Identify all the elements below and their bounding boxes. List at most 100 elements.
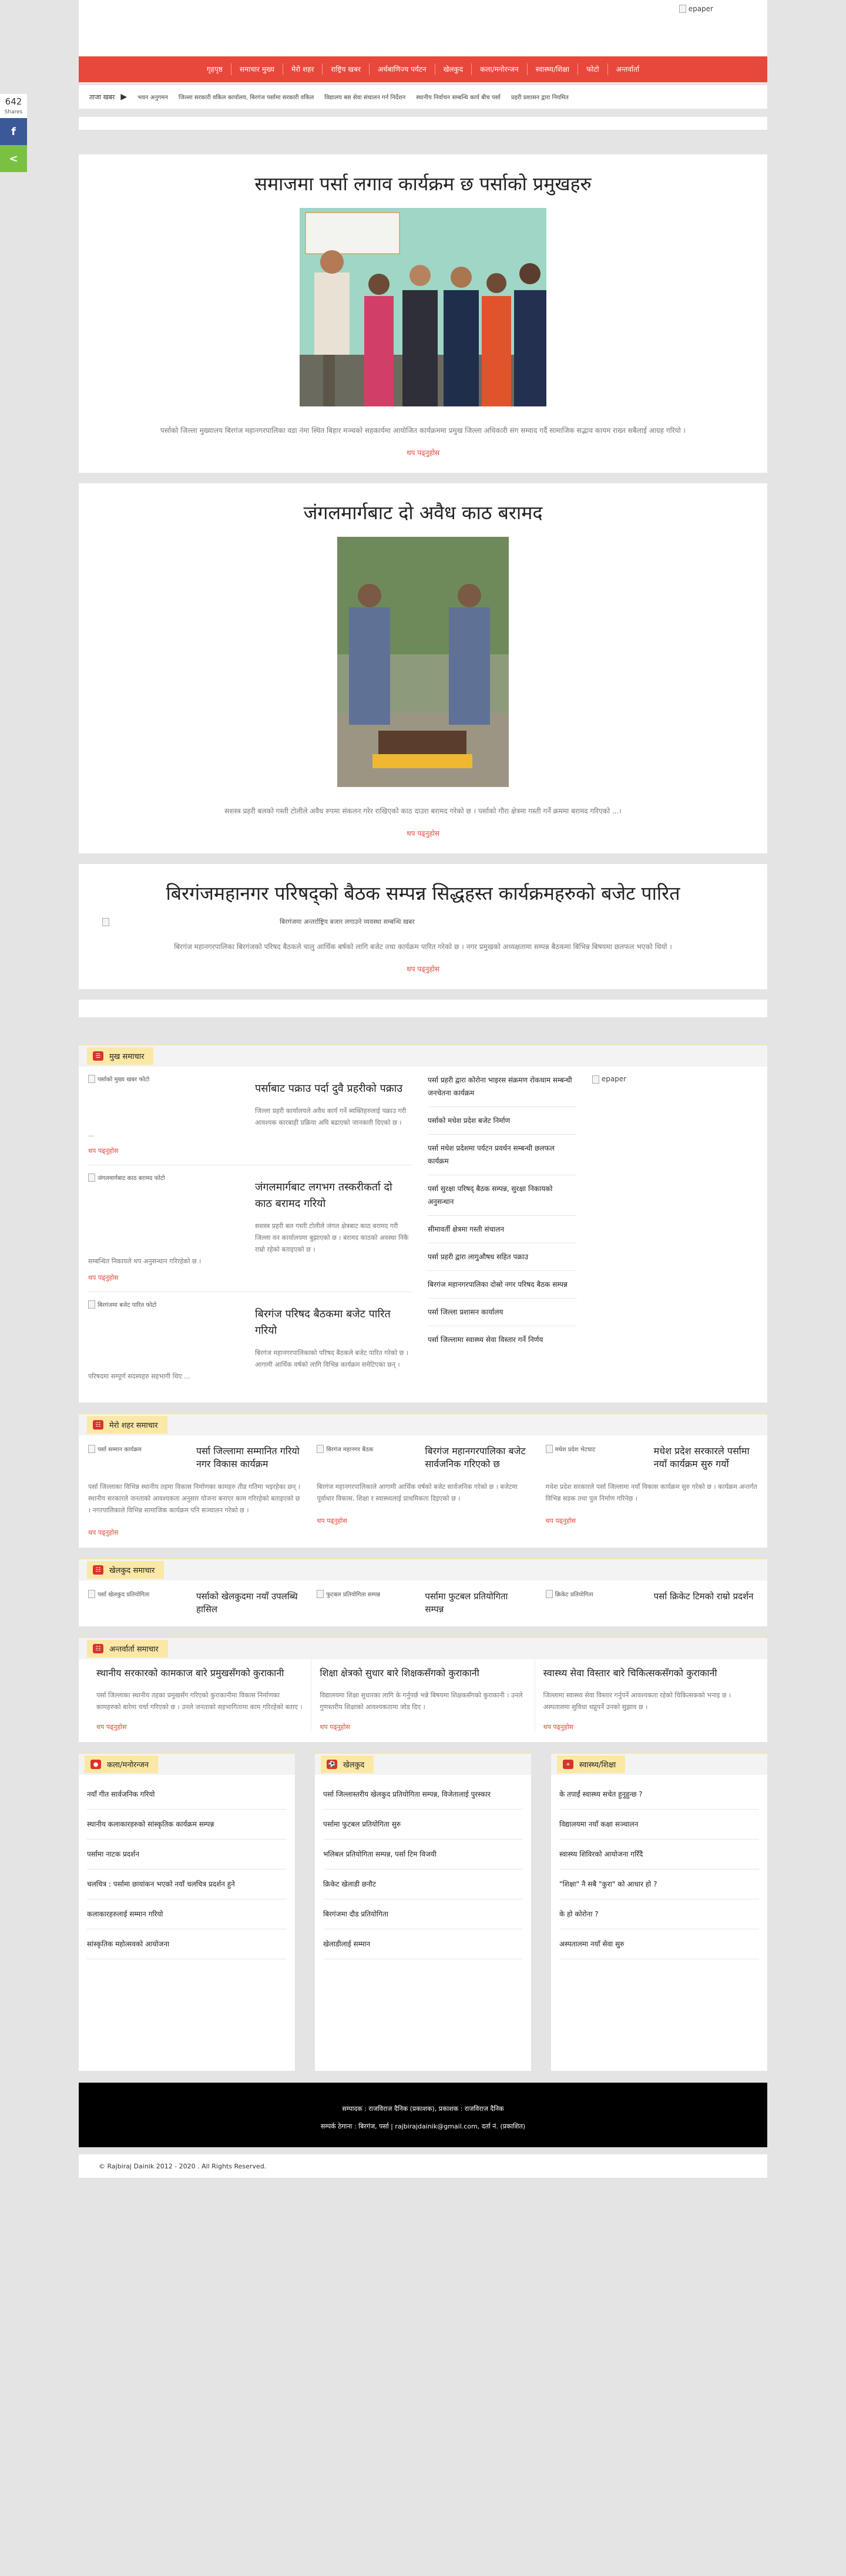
- list-item[interactable]: सांस्कृतिक महोत्सवको आयोजना: [87, 1929, 287, 1959]
- latest-news-item[interactable]: पर्सा मधेश प्रदेशमा पर्यटन प्रवर्धन सम्ब…: [428, 1135, 577, 1175]
- story-title[interactable]: जंगलमार्गबाट दो अवैध काठ बरामद: [96, 500, 750, 525]
- nav-item-interview[interactable]: अन्तर्वार्ता: [608, 63, 647, 75]
- read-more-link[interactable]: थप पढ्नुहोस: [543, 1723, 750, 1731]
- main-nav: गृहपृष्ठ समाचार मुख्य मेरो शहर राष्ट्रिय…: [79, 56, 767, 82]
- armed-police-photo-image: [337, 537, 509, 787]
- section-title[interactable]: ☷ मेरो शहर समाचार: [87, 1416, 167, 1434]
- story-photo[interactable]: [337, 537, 509, 787]
- news-title[interactable]: जंगलमार्गबाट लगभग तस्करीकर्ता दो काठ बरा…: [255, 1179, 412, 1212]
- read-more-link[interactable]: थप पढ्नुहोस: [407, 829, 439, 838]
- news-thumbnail[interactable]: जंगलमार्गबाट काठ बरामद फोटो: [88, 1173, 253, 1182]
- story-photo[interactable]: [300, 208, 546, 406]
- latest-news-item[interactable]: पर्सा प्रहरी द्वारा कोरोना भाइरस संक्रमण…: [428, 1067, 577, 1107]
- section-title[interactable]: ● कला/मनोरन्जन: [85, 1756, 158, 1773]
- latest-news-item[interactable]: पर्सा सुरक्षा परिषद् बैठक सम्पन्न, सुरक्…: [428, 1175, 577, 1216]
- news-thumbnail[interactable]: मधेश प्रदेश भेटघाट: [545, 1445, 646, 1471]
- list-item[interactable]: स्थानीय कलाकारहरुको सांस्कृतिक कार्यक्रम…: [87, 1810, 287, 1839]
- news-thumbnail[interactable]: बिरगंज महानगर बैठक: [317, 1445, 417, 1471]
- list-item[interactable]: "शिक्षा" नै सबै "कुरा" को आधार हो ?: [559, 1869, 759, 1899]
- news-excerpt: जिल्लामा स्वास्थ्य सेवा विस्तार गर्नुपर्…: [543, 1691, 731, 1711]
- read-more-link[interactable]: थप पढ्नुहोस: [88, 1273, 412, 1282]
- nav-item-main-news[interactable]: समाचार मुख्य: [231, 63, 283, 75]
- sidebar-ad[interactable]: epaper: [582, 1067, 758, 1392]
- latest-news-item[interactable]: पर्सा जिल्लामा स्वास्थ्य सेवा विस्तार गर…: [428, 1326, 577, 1353]
- story-title[interactable]: समाजमा पर्सा लगाव कार्यक्रम छ पर्साको प्…: [96, 171, 750, 196]
- news-title[interactable]: पर्सामा फुटबल प्रतियोगिता सम्पन्न: [425, 1590, 529, 1616]
- list-item[interactable]: भलिबल प्रतियोगिता सम्पन्न, पर्सा टिम विज…: [323, 1839, 523, 1869]
- section-title[interactable]: ☷ अन्तर्वार्ता समाचार: [87, 1640, 168, 1657]
- latest-news-item[interactable]: पर्सा प्रहरी द्वारा लागुऔषध सहित पक्राउ: [428, 1243, 577, 1271]
- read-more-link[interactable]: थप पढ्नुहोस: [88, 1146, 412, 1155]
- ticker-item[interactable]: विद्यालय बस सेवा संचालन गर्न निर्देशन: [324, 93, 405, 101]
- news-thumbnail[interactable]: बिरगंजमा बजेट पारित फोटो: [88, 1300, 253, 1309]
- nav-item-sports[interactable]: खेलकुद: [435, 63, 472, 75]
- read-more-link[interactable]: थप पढ्नुहोस: [88, 1528, 300, 1537]
- section-title[interactable]: ☰ मुख समाचार: [87, 1047, 154, 1065]
- news-title[interactable]: स्वास्थ्य सेवा विस्तार बारे चिकित्सकसँगक…: [543, 1666, 750, 1680]
- news-title[interactable]: स्थानीय सरकारको कामकाज बारे प्रमुखसँगको …: [96, 1666, 303, 1680]
- story-title[interactable]: बिरगंजमहानगर परिषद्को बैठक सम्पन्न सिद्ध…: [96, 880, 750, 906]
- news-thumbnail[interactable]: पर्सा खेलकुद प्रतियोगिता: [88, 1590, 188, 1616]
- list-item[interactable]: क्रिकेट खेलाडी छनौट: [323, 1869, 523, 1899]
- ticker-item[interactable]: स्थानीय निर्वाचन सम्बन्धि कार्य बीच पर्स…: [416, 93, 501, 101]
- list-item[interactable]: बिरगंजमा दौड प्रतियोगिता: [323, 1899, 523, 1929]
- nav-item-health[interactable]: स्वास्थ्य/शिक्षा: [528, 63, 579, 75]
- epaper-link[interactable]: epaper: [679, 5, 713, 13]
- story-image-caption[interactable]: बिरगंजमा अन्तर्राष्ट्रिय बजार लगाउने व्य…: [96, 917, 750, 926]
- ticker-item[interactable]: भवन अनुगमन: [137, 93, 168, 101]
- latest-news-item[interactable]: पर्साको मधेश प्रदेश बजेट निर्माण: [428, 1107, 577, 1135]
- nav-item-entertainment[interactable]: कला/मनोरन्जन: [472, 63, 528, 75]
- section-title-text: कला/मनोरन्जन: [107, 1761, 149, 1770]
- read-more-link[interactable]: थप पढ्नुहोस: [407, 449, 439, 457]
- section-title-text: मेरो शहर समाचार: [109, 1421, 158, 1430]
- list-item[interactable]: विद्यालयमा नयाँ कक्षा सञ्चालन: [559, 1810, 759, 1839]
- news-thumbnail[interactable]: पर्साको मुख्य खबर फोटो: [88, 1075, 253, 1083]
- nav-item-photo[interactable]: फोटो: [578, 63, 608, 75]
- read-more-link[interactable]: थप पढ्नुहोस: [546, 1516, 758, 1525]
- latest-news-item[interactable]: सीमावर्ती क्षेत्रमा गस्ती संचालन: [428, 1216, 577, 1243]
- news-thumbnail[interactable]: पर्सा सम्मान कार्यक्रम: [88, 1445, 188, 1471]
- list-item[interactable]: के हो कोरोना ?: [559, 1899, 759, 1929]
- latest-news-item[interactable]: बिरगंज महानगरपालिका दोस्रो नगर परिषद बैठ…: [428, 1271, 577, 1299]
- facebook-share-button[interactable]: f: [0, 118, 27, 145]
- read-more-link[interactable]: थप पढ्नुहोस: [96, 1723, 303, 1731]
- list-item[interactable]: पर्सामा नाटक प्रदर्शन: [87, 1839, 287, 1869]
- list-item[interactable]: अस्पतालमा नयाँ सेवा सुरु: [559, 1929, 759, 1959]
- news-title[interactable]: पर्सा क्रिकेट टिमको राम्रो प्रदर्शन: [654, 1590, 758, 1616]
- more-share-button[interactable]: <: [0, 145, 27, 172]
- nav-item-economy[interactable]: अर्थबाणिज्य पर्यटन: [370, 63, 435, 75]
- ticker-item[interactable]: जिल्ला सरकारी वकिल कार्यालय, बिरगंज पर्स…: [179, 93, 314, 101]
- list-item[interactable]: खेलाडीलाई सम्मान: [323, 1929, 523, 1959]
- read-more-link[interactable]: थप पढ्नुहोस: [407, 965, 439, 973]
- read-more-link[interactable]: थप पढ्नुहोस: [317, 1516, 529, 1525]
- list-item[interactable]: स्वास्थ्य शिविरको आयोजना गरिँदै: [559, 1839, 759, 1869]
- news-title[interactable]: शिक्षा क्षेत्रको सुधार बारे शिक्षकसँगको …: [320, 1666, 526, 1680]
- news-excerpt: पर्सा जिल्लाका स्थानीय तहका प्रमुखसँग गर…: [96, 1691, 303, 1711]
- news-title[interactable]: पर्सा जिल्लामा सम्मानित गरियो नगर विकास …: [196, 1445, 300, 1471]
- list-item[interactable]: के तपाईं स्वास्थ्य सचेत हुनुहुन्छ ?: [559, 1780, 759, 1810]
- section-title[interactable]: ☷ खेलकुद समाचार: [87, 1561, 164, 1579]
- section-title[interactable]: ⚽ खेलकुद: [321, 1756, 374, 1773]
- ticker-item[interactable]: प्रहरी प्रशासन द्वारा नियमित: [511, 93, 569, 101]
- news-thumbnail[interactable]: क्रिकेट प्रतियोगिता: [545, 1590, 646, 1616]
- news-card: स्वास्थ्य सेवा विस्तार बारे चिकित्सकसँगक…: [535, 1659, 758, 1731]
- news-title[interactable]: पर्साको खेलकुदमा नयाँ उपलब्धि हासिल: [196, 1590, 300, 1616]
- list-item[interactable]: कलाकारहरुलाई सम्मान गरियो: [87, 1899, 287, 1929]
- section-title[interactable]: + स्वास्थ्य/शिक्षा: [557, 1756, 626, 1773]
- nav-item-national[interactable]: राष्ट्रिय खबर: [323, 63, 370, 75]
- nav-item-city[interactable]: मेरो शहर: [283, 63, 323, 75]
- latest-news-item[interactable]: पर्सा जिल्ला प्रशासन कार्यालय: [428, 1299, 577, 1326]
- list-item: पर्साको मुख्य खबर फोटो पर्साबाट पक्राउ प…: [88, 1067, 412, 1165]
- list-item[interactable]: चलचित्र : पर्सामा छायांकन भएको नयाँ चलचि…: [87, 1869, 287, 1899]
- nav-item-home[interactable]: गृहपृष्ठ: [199, 63, 231, 75]
- list-item[interactable]: पर्सामा फुटबल प्रतियोगिता सुरु: [323, 1810, 523, 1839]
- news-title[interactable]: मधेश प्रदेश सरकारले पर्सामा नयाँ कार्यक्…: [654, 1445, 758, 1471]
- list-item[interactable]: पर्सा जिल्लास्तरीय खेलकुद प्रतियोगिता सम…: [323, 1780, 523, 1810]
- news-title[interactable]: बिरगंज महानगरपालिका बजेट सार्वजनिक गरिएक…: [425, 1445, 529, 1471]
- news-title[interactable]: पर्साबाट पक्राउ पर्दा दुवै प्रहरीको पक्र…: [255, 1081, 412, 1097]
- play-icon[interactable]: ▶: [120, 92, 127, 102]
- news-thumbnail[interactable]: फुटबल प्रतियोगिता सम्पन्न: [317, 1590, 417, 1616]
- read-more-link[interactable]: थप पढ्नुहोस: [320, 1723, 526, 1731]
- list-item[interactable]: नयाँ गीत सार्वजनिक गरियो: [87, 1780, 287, 1810]
- news-title[interactable]: बिरगंज परिषद बैठकमा बजेट पारित गरियो: [255, 1306, 412, 1339]
